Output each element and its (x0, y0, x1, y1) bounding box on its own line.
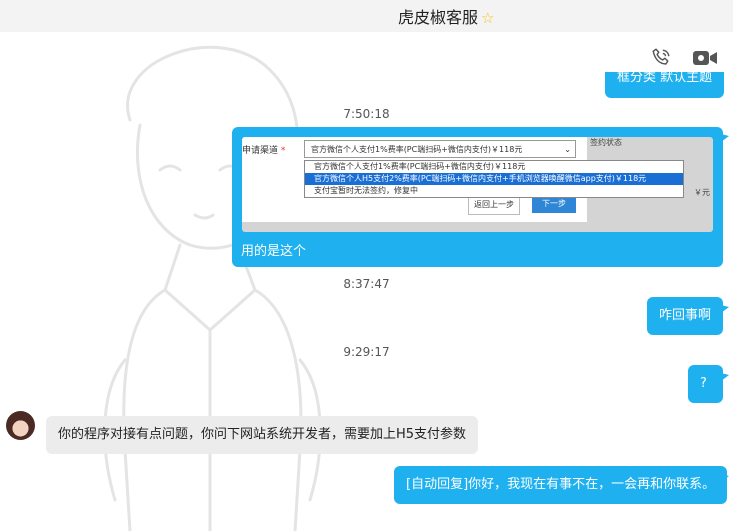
message-bubble-outgoing[interactable]: [自动回复]你好，我现在有事不在，一会再和你联系。 (394, 466, 728, 504)
message-bubble-image[interactable]: 申请渠道 * 官方微信个人支付1%费率(PC端扫码+微信内支付)￥118元 ⌄ … (232, 127, 723, 267)
chat-title: 虎皮椒客服 ☆ (398, 8, 495, 27)
screenshot-image[interactable]: 申请渠道 * 官方微信个人支付1%费率(PC端扫码+微信内支付)￥118元 ⌄ … (242, 137, 713, 232)
timestamp: 8:37:47 (343, 277, 390, 291)
video-camera-icon[interactable] (692, 47, 718, 69)
dropdown-option-selected: 官方微信个人H5支付2%费率(PC端扫码+微信内支付+手机浏览器唤醒微信app支… (305, 173, 683, 185)
timestamp: 9:29:17 (343, 345, 390, 359)
timestamp: 7:50:18 (343, 107, 390, 121)
bubble-tail (721, 134, 729, 142)
dropdown-option: 支付宝暂时无法签约，修复中 (314, 186, 418, 195)
bubble-tail (721, 474, 729, 482)
star-icon[interactable]: ☆ (481, 9, 494, 27)
phone-icon[interactable] (650, 47, 672, 69)
message-bubble-outgoing[interactable]: 咋回事啊 (647, 297, 724, 335)
channel-label: 申请渠道 * (242, 146, 286, 156)
chat-header: 虎皮椒客服 ☆ (0, 0, 733, 32)
avatar[interactable] (6, 411, 35, 440)
message-bubble-incoming[interactable]: 你的程序对接有点问题，你问下网站系统开发者，需要加上H5支付参数 (46, 416, 479, 454)
bubble-tail (721, 373, 729, 381)
back-button: 返回上一步 (468, 195, 520, 215)
chevron-down-icon: ⌄ (564, 145, 571, 154)
channel-dropdown-list: 官方微信个人支付1%费率(PC端扫码+微信内支付)￥118元 官方微信个人H5支… (304, 160, 684, 198)
message-bubble-outgoing[interactable]: ? (688, 365, 723, 403)
channel-select: 官方微信个人支付1%费率(PC端扫码+微信内支付)￥118元 ⌄ (304, 140, 576, 158)
dropdown-option: 官方微信个人支付1%费率(PC端扫码+微信内支付)￥118元 (314, 162, 526, 171)
price-text: ￥元 (694, 188, 710, 197)
image-caption: 用的是这个 (241, 244, 307, 259)
sign-status-header: 签约状态 (590, 138, 622, 147)
bubble-tail (721, 305, 729, 313)
